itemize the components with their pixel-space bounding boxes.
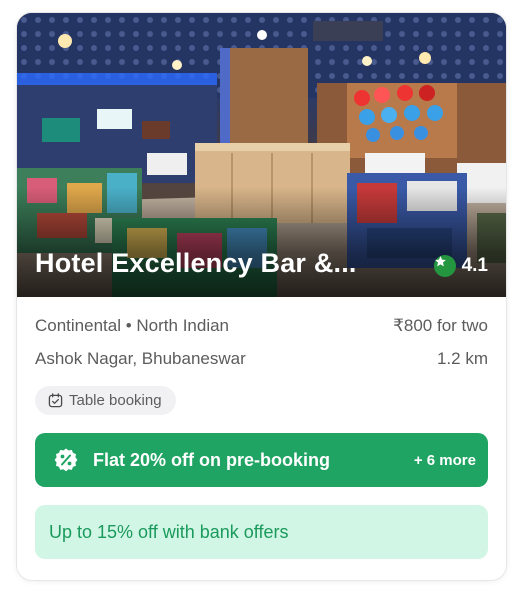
table-booking-label: Table booking bbox=[69, 392, 162, 409]
discount-badge-icon bbox=[53, 447, 79, 473]
price-for-two: ₹800 for two bbox=[393, 316, 488, 335]
more-offers-link[interactable]: + 6 more bbox=[414, 452, 476, 469]
restaurant-card[interactable]: Hotel Excellency Bar &... 4.1 Continenta… bbox=[16, 12, 507, 581]
distance: 1.2 km bbox=[436, 349, 488, 368]
cuisine-price-row: Continental • North Indian ₹800 for two bbox=[35, 316, 488, 336]
calendar-check-icon bbox=[48, 393, 63, 408]
pre-booking-offer-text: Flat 20% off on pre-booking bbox=[93, 449, 330, 470]
rating-badge: 4.1 bbox=[433, 255, 488, 277]
location: Ashok Nagar, Bhubaneswar bbox=[35, 349, 246, 368]
bank-offer-banner[interactable]: Up to 15% off with bank offers bbox=[35, 505, 488, 559]
bank-offer-text: Up to 15% off with bank offers bbox=[49, 521, 289, 542]
star-icon bbox=[433, 255, 456, 277]
pre-booking-offer-banner[interactable]: Flat 20% off on pre-booking + 6 more bbox=[35, 433, 488, 487]
location-distance-row: Ashok Nagar, Bhubaneswar 1.2 km bbox=[35, 349, 488, 369]
cuisines: Continental • North Indian bbox=[35, 316, 230, 335]
restaurant-name[interactable]: Hotel Excellency Bar &... bbox=[35, 248, 357, 279]
restaurant-photo[interactable]: Hotel Excellency Bar &... 4.1 bbox=[17, 13, 506, 297]
rating-value: 4.1 bbox=[461, 255, 488, 276]
image-gradient-overlay bbox=[17, 187, 506, 297]
table-booking-chip: Table booking bbox=[35, 386, 176, 415]
